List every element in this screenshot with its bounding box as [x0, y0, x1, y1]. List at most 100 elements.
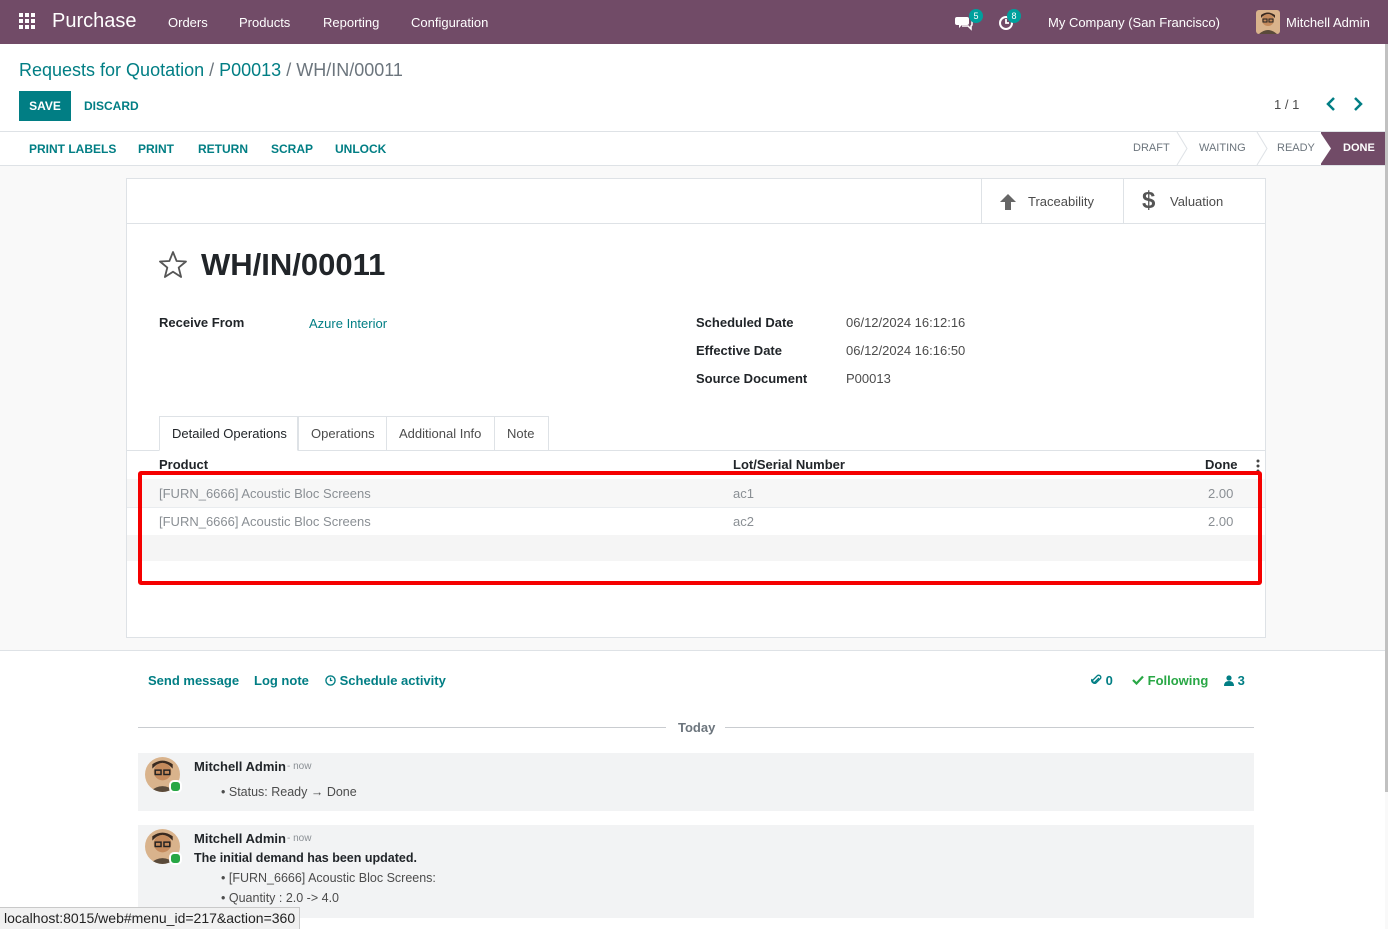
source-document-label: Source Document [696, 371, 808, 386]
user-menu[interactable]: Mitchell Admin [1286, 15, 1370, 30]
breadcrumb-separator: / [281, 60, 297, 80]
stage-done-label: DONE [1343, 142, 1375, 154]
message-author[interactable]: Mitchell Admin [194, 831, 286, 846]
chatter: Send message Log note Schedule activity … [0, 650, 1385, 929]
apps-grid-icon[interactable] [19, 13, 36, 30]
breadcrumb-rfq[interactable]: Requests for Quotation [19, 60, 204, 80]
online-status-icon [169, 852, 182, 865]
valuation-label: Valuation [1170, 194, 1224, 209]
message-line: • Status: Ready → Done [221, 785, 357, 799]
followers-count: 3 [1237, 673, 1245, 688]
control-panel: Requests for Quotation / P00013 / WH/IN/… [0, 44, 1385, 132]
message-author[interactable]: Mitchell Admin [194, 759, 286, 774]
chatter-message: Mitchell Admin - now • Status: Ready → D… [138, 753, 1254, 811]
stage-ready: READY [1277, 142, 1315, 154]
receive-from-label: Receive From [159, 315, 245, 330]
user-avatar[interactable] [1256, 10, 1280, 34]
menu-orders[interactable]: Orders [168, 15, 208, 30]
column-header-product[interactable]: Product [159, 457, 208, 472]
user-icon [1224, 675, 1234, 686]
breadcrumb-separator: / [204, 60, 220, 80]
stage-waiting: WAITING [1199, 142, 1246, 154]
print-labels-button[interactable]: PRINT LABELS [29, 142, 116, 156]
attachments-count: 0 [1105, 673, 1113, 688]
menu-configuration[interactable]: Configuration [411, 15, 488, 30]
company-switcher[interactable]: My Company (San Francisco) [1048, 15, 1220, 30]
tab-label: Additional Info [399, 426, 482, 441]
column-header-done[interactable]: Done [1205, 457, 1238, 472]
unlock-button[interactable]: UNLOCK [335, 142, 386, 156]
dollar-icon: $ [1142, 187, 1156, 214]
tab-note[interactable]: Note [494, 416, 549, 450]
arrow-up-icon [1000, 194, 1016, 210]
tab-label: Operations [311, 426, 375, 441]
activities-badge: 8 [1007, 9, 1021, 23]
following-button[interactable]: Following [1132, 673, 1208, 688]
divider [138, 727, 666, 728]
messages-badge: 5 [969, 9, 983, 23]
status-bar: PRINT LABELS PRINT RETURN SCRAP UNLOCK D… [0, 132, 1385, 166]
traceability-button[interactable]: Traceability [981, 179, 1123, 223]
discard-button[interactable]: DISCARD [84, 99, 139, 113]
breadcrumb-current: WH/IN/00011 [296, 60, 403, 80]
message-line: • Quantity : 2.0 -> 4.0 [221, 891, 339, 905]
followers-button[interactable]: 3 [1224, 673, 1245, 688]
check-icon [1132, 675, 1144, 686]
paperclip-icon [1091, 674, 1102, 684]
top-navbar: Purchase Orders Products Reporting Confi… [0, 0, 1388, 44]
breadcrumb-order[interactable]: P00013 [219, 60, 281, 80]
divider [725, 727, 1254, 728]
send-message-button[interactable]: Send message [148, 673, 239, 688]
message-text: Quantity : 2.0 -> 4.0 [228, 891, 339, 905]
effective-date-label: Effective Date [696, 343, 782, 358]
receive-from-value[interactable]: Azure Interior [309, 316, 387, 331]
scheduled-date-value[interactable]: 06/12/2024 16:12:16 [846, 315, 965, 330]
breadcrumb: Requests for Quotation / P00013 / WH/IN/… [19, 60, 403, 81]
star-icon[interactable] [158, 250, 188, 280]
clock-icon [325, 675, 336, 686]
tab-detailed-operations[interactable]: Detailed Operations [159, 416, 298, 451]
print-button[interactable]: PRINT [138, 142, 174, 156]
stage-done-current: DONE [1320, 132, 1385, 165]
message-heading: The initial demand has been updated. [194, 851, 417, 865]
tab-label: Detailed Operations [172, 426, 287, 441]
tab-label: Note [507, 426, 535, 441]
scrap-button[interactable]: SCRAP [271, 142, 313, 156]
message-time: - now [287, 761, 312, 772]
stage-arrow [1256, 132, 1268, 165]
return-button[interactable]: RETURN [198, 142, 248, 156]
log-note-button[interactable]: Log note [254, 673, 309, 688]
scheduled-date-label: Scheduled Date [696, 315, 794, 330]
stage-arrow [1176, 132, 1188, 165]
save-button[interactable]: SAVE [19, 91, 71, 121]
chevron-left-icon[interactable] [1324, 96, 1338, 112]
smart-button-box: Traceability $ Valuation [127, 179, 1265, 224]
menu-reporting[interactable]: Reporting [323, 15, 379, 30]
pager-value[interactable]: 1 / 1 [1274, 97, 1299, 112]
status-url: localhost:8015/web#menu_id=217&action=36… [0, 907, 301, 929]
app-name[interactable]: Purchase [52, 10, 137, 33]
valuation-button[interactable]: $ Valuation [1123, 179, 1266, 223]
message-time: - now [287, 833, 312, 844]
notebook-tabs: Detailed Operations Operations Additiona… [127, 416, 1265, 451]
schedule-activity-label: Schedule activity [339, 673, 446, 688]
menu-products[interactable]: Products [239, 15, 290, 30]
tab-operations[interactable]: Operations [298, 416, 387, 450]
date-separator: Today [678, 720, 716, 735]
following-label: Following [1147, 673, 1209, 688]
chatter-message: Mitchell Admin - now The initial demand … [138, 825, 1254, 918]
column-header-lot[interactable]: Lot/Serial Number [733, 457, 845, 472]
record-title: WH/IN/00011 [201, 247, 386, 282]
message-line: • [FURN_6666] Acoustic Bloc Screens: [221, 871, 436, 885]
message-text: Status: Ready → Done [228, 785, 357, 799]
traceability-label: Traceability [1028, 194, 1094, 209]
source-document-value[interactable]: P00013 [846, 371, 891, 386]
schedule-activity-button[interactable]: Schedule activity [325, 673, 446, 688]
attachments-button[interactable]: 0 [1091, 673, 1113, 688]
tab-additional-info[interactable]: Additional Info [386, 416, 495, 450]
message-text: [FURN_6666] Acoustic Bloc Screens: [228, 871, 436, 885]
highlight-box [138, 471, 1262, 585]
online-status-icon [169, 780, 182, 793]
effective-date-value: 06/12/2024 16:16:50 [846, 343, 966, 358]
chevron-right-icon[interactable] [1351, 96, 1365, 112]
